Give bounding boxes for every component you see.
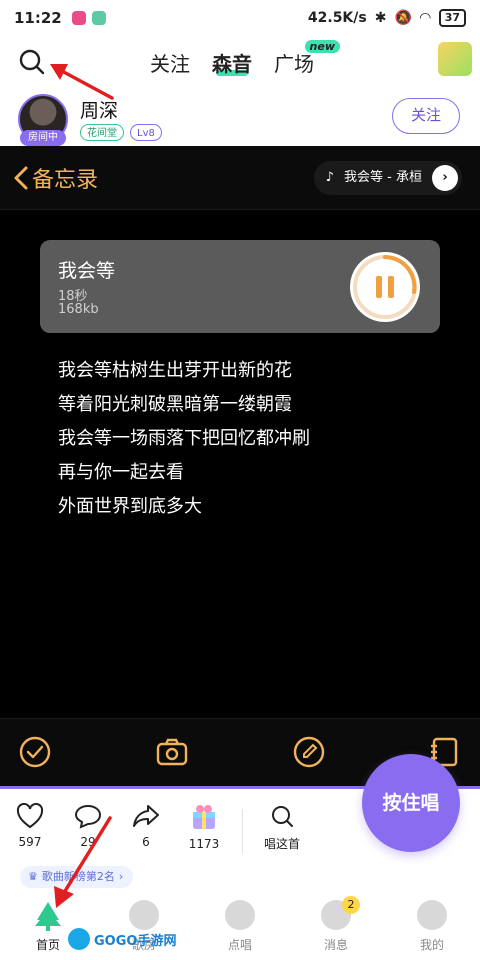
gift-count: 1173 <box>188 837 220 851</box>
bottom-nav-messages[interactable]: 2 消息 <box>296 896 376 953</box>
stats-divider <box>242 809 243 853</box>
annotation-arrow-top <box>50 64 114 100</box>
annotation-arrow-bottom <box>54 816 112 908</box>
watermark-text: GOGO手游网 <box>94 933 177 949</box>
lyric-line: 等着阳光刺破黑暗第一缕朝霞 <box>58 394 292 415</box>
status-bar: 11:22 42.5K/s ✱ 🔕 ◠ 37 <box>0 0 480 36</box>
tab-follow[interactable]: 关注 <box>150 48 190 77</box>
audio-card[interactable]: 我会等 18秒 168kb <box>40 240 440 333</box>
crown-icon: ♛ <box>28 870 38 883</box>
microphone-icon <box>225 900 255 930</box>
memo-panel: 备忘录 ♪ 我会等 - 承桓 › 我会等 18秒 168kb 我会等枯树生出芽开… <box>0 146 480 786</box>
share-count: 6 <box>142 835 150 849</box>
message-badge: 2 <box>342 896 360 914</box>
network-speed: 42.5K/s <box>307 10 367 26</box>
search-icon <box>272 806 293 827</box>
lyrics-text: 我会等枯树生出芽开出新的花 等着阳光刺破黑暗第一缕朝霞 我会等一场雨落下把回忆都… <box>58 354 310 524</box>
music-pill-label: 我会等 - 承桓 <box>344 170 422 185</box>
lyric-line: 再与你一起去看 <box>58 462 184 483</box>
sing-this-label: 唱这首 <box>263 837 300 851</box>
hall-badge: 花间堂 <box>80 124 124 141</box>
app-notification-icon <box>91 11 106 25</box>
app-notification-icon <box>71 11 86 25</box>
edit-button[interactable] <box>292 735 326 769</box>
gift-icon <box>193 805 215 829</box>
bottom-nav-request[interactable]: 点唱 <box>200 900 280 953</box>
hold-to-sing-button[interactable]: 按住唱 <box>362 754 460 852</box>
share-icon <box>133 805 159 827</box>
bottom-nav-messages-label: 消息 <box>323 938 348 952</box>
follow-button[interactable]: 关注 <box>392 98 460 134</box>
gift-button[interactable]: 1173 <box>174 803 234 851</box>
room-status-tag[interactable]: 房间中 <box>20 130 66 146</box>
chevron-right-icon: › <box>432 165 458 191</box>
gift-box-icon[interactable] <box>438 42 472 76</box>
bottom-nav-request-label: 点唱 <box>227 938 252 952</box>
chevron-left-icon <box>14 166 28 190</box>
pause-icon <box>353 255 417 319</box>
share-button[interactable]: 6 <box>116 803 176 849</box>
tab-plaza-label: 广场 <box>274 52 314 76</box>
tab-senyin[interactable]: 森音 <box>212 48 252 77</box>
bluetooth-icon: ✱ <box>374 10 387 26</box>
check-button[interactable] <box>18 735 52 769</box>
pencil-circle-icon <box>293 736 325 768</box>
memo-title: 备忘录 <box>32 168 99 193</box>
watermark: GOGO手游网 <box>68 928 176 950</box>
lyric-line: 外面世界到底多大 <box>58 496 202 517</box>
lyric-line: 我会等枯树生出芽开出新的花 <box>58 360 292 381</box>
status-time: 11:22 <box>14 9 62 27</box>
new-badge: new <box>304 40 340 53</box>
level-badge: Lv8 <box>130 124 162 141</box>
camera-icon <box>156 738 188 766</box>
mute-icon: 🔕 <box>394 10 412 26</box>
watermark-logo-icon <box>68 928 90 950</box>
memo-header: 备忘录 ♪ 我会等 - 承桓 › <box>0 146 480 210</box>
nav-tabs: 关注 森音 广场 new <box>150 40 340 77</box>
sing-this-button[interactable]: 唱这首 <box>252 803 312 852</box>
user-badges: 花间堂 Lv8 <box>80 124 162 141</box>
bottom-nav-home-label: 首页 <box>35 938 60 952</box>
ktv-icon <box>129 900 159 930</box>
audio-size: 168kb <box>58 302 99 317</box>
lyric-line: 我会等一场雨落下把回忆都冲刷 <box>58 428 310 449</box>
wifi-icon: ◠ <box>419 10 431 26</box>
battery-indicator: 37 <box>438 9 466 27</box>
bottom-nav-me[interactable]: 我的 <box>392 900 472 953</box>
music-note-icon: ♪ <box>325 170 334 185</box>
check-circle-icon <box>19 736 51 768</box>
status-right: 42.5K/s ✱ 🔕 ◠ 37 <box>308 9 466 27</box>
camera-button[interactable] <box>155 735 189 769</box>
memo-back-button[interactable]: 备忘录 <box>12 162 98 194</box>
music-pill[interactable]: ♪ 我会等 - 承桓 › <box>313 161 462 195</box>
pause-button[interactable] <box>350 252 420 322</box>
tab-plaza[interactable]: 广场 new <box>274 40 340 77</box>
audio-title: 我会等 <box>58 260 116 282</box>
heart-icon <box>16 803 44 829</box>
bottom-nav-me-label: 我的 <box>419 938 444 952</box>
profile-icon <box>417 900 447 930</box>
